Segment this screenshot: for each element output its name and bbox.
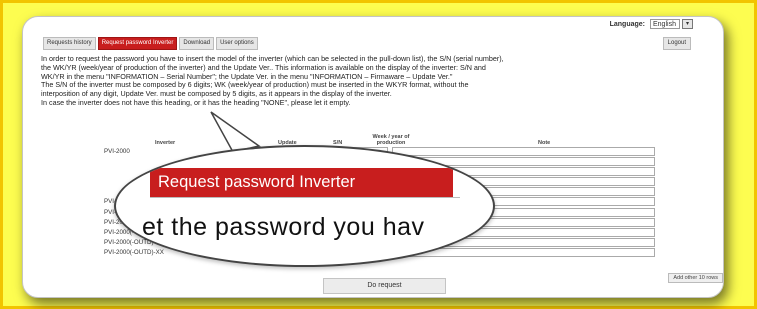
main-panel: Language: English ▾ Requests history Req… bbox=[22, 16, 724, 298]
column-header-inverter: Inverter bbox=[155, 140, 176, 146]
yellow-frame: Language: English ▾ Requests history Req… bbox=[0, 0, 757, 309]
note-field[interactable] bbox=[392, 147, 655, 156]
tab-requests-history[interactable]: Requests history bbox=[43, 37, 96, 50]
tab-user-options[interactable]: User options bbox=[216, 37, 258, 50]
chevron-down-icon[interactable]: ▾ bbox=[682, 19, 693, 29]
logout-button[interactable]: Logout bbox=[662, 37, 691, 50]
magnifier-callout: Request password Inverter et the passwor… bbox=[114, 145, 495, 267]
zoomed-active-tab: Request password Inverter bbox=[150, 168, 453, 197]
do-request-button[interactable]: Do request bbox=[323, 278, 446, 294]
tab-bar: Requests history Request password Invert… bbox=[43, 37, 258, 50]
language-label: Language: bbox=[609, 21, 645, 28]
zoomed-instruction-text: et the password you hav bbox=[142, 213, 425, 241]
tab-download[interactable]: Download bbox=[179, 37, 215, 50]
language-select[interactable]: English bbox=[650, 19, 680, 29]
table-header: Inverter Update S/N Week / year of produ… bbox=[103, 121, 655, 147]
column-header-note: Note bbox=[538, 140, 551, 146]
add-rows-button[interactable]: Add other 10 rows bbox=[668, 273, 723, 283]
instructions: In order to request the password you hav… bbox=[41, 54, 711, 108]
column-header-week-year: Week / year of production bbox=[372, 134, 410, 146]
tab-request-password-inverter[interactable]: Request password Inverter bbox=[97, 37, 178, 50]
instruction-line: In case the inverter does not have this … bbox=[41, 97, 351, 107]
zoomed-divider bbox=[150, 197, 460, 198]
